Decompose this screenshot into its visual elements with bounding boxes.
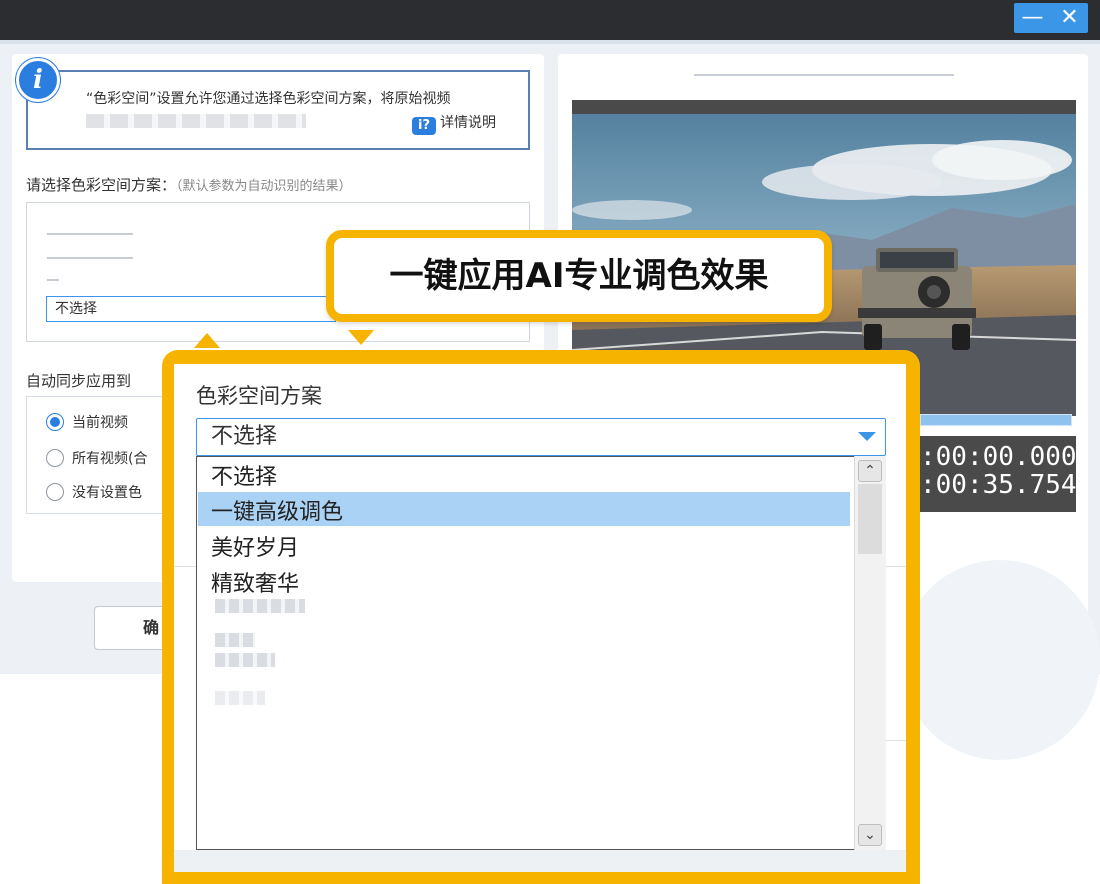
radio-label: 所有视频(合 xyxy=(72,451,148,467)
callout-pointer-up xyxy=(194,333,220,348)
dropdown-option[interactable]: 精致奢华 xyxy=(211,566,299,598)
divider xyxy=(174,566,196,567)
scheme-selected-item[interactable]: 不选择 xyxy=(46,296,336,322)
radio-label: 没有设置色 xyxy=(72,485,142,501)
zoom-scheme-title: 色彩空间方案 xyxy=(196,384,322,408)
scroll-up-icon[interactable]: ⌃ xyxy=(858,460,882,482)
callout-banner: 一键应用AI专业调色效果 xyxy=(326,230,832,322)
blurred-list-item xyxy=(47,257,133,259)
dropdown-option[interactable]: 美好岁月 xyxy=(211,530,299,562)
callout-pointer-down xyxy=(348,330,374,345)
help-link-label: 详情说明 xyxy=(440,115,496,131)
playback-progress[interactable] xyxy=(920,414,1072,426)
radio-unset-videos[interactable]: 没有设置色 xyxy=(46,482,142,502)
help-link[interactable]: i? 详情说明 xyxy=(412,112,496,135)
divider xyxy=(886,566,906,567)
zoom-bottom-strip xyxy=(174,850,906,872)
scheme-label-text: 请选择色彩空间方案： xyxy=(26,176,177,194)
close-button[interactable]: ✕ xyxy=(1051,3,1088,33)
window-controls: — ✕ xyxy=(1014,3,1088,33)
radio-label: 当前视频 xyxy=(72,415,128,431)
blurred-option xyxy=(215,599,305,613)
info-text-blurred xyxy=(86,114,306,128)
scheme-dropdown-list[interactable]: 不选择 一键高级调色 美好岁月 精致奢华 xyxy=(196,456,886,850)
scrollbar-thumb[interactable] xyxy=(858,484,882,554)
time-current: :00:00.000 xyxy=(920,442,1077,472)
divider xyxy=(886,740,906,741)
blurred-option xyxy=(215,653,275,667)
radio-checked-icon xyxy=(46,413,64,431)
radio-current-video[interactable]: 当前视频 xyxy=(46,412,128,432)
preview-title-blurred xyxy=(694,74,954,76)
title-bar xyxy=(0,0,1100,40)
radio-unchecked-icon xyxy=(46,483,64,501)
scheme-dropdown[interactable]: 不选择 xyxy=(196,418,886,456)
radio-all-videos[interactable]: 所有视频(合 xyxy=(46,448,147,468)
minimize-button[interactable]: — xyxy=(1014,3,1051,33)
dropdown-option[interactable]: 不选择 xyxy=(211,459,277,491)
callout-banner-text: 一键应用AI专业调色效果 xyxy=(389,256,769,296)
info-icon: i xyxy=(16,58,60,102)
chevron-down-icon[interactable] xyxy=(858,432,876,441)
blurred-option xyxy=(215,633,255,647)
decorative-arc xyxy=(900,560,1100,760)
radio-unchecked-icon xyxy=(46,449,64,467)
time-total: :00:35.754 xyxy=(920,470,1077,500)
dropdown-option-highlighted[interactable]: 一键高级调色 xyxy=(211,494,343,526)
preview-top-bar xyxy=(572,100,1076,114)
scroll-down-icon[interactable]: ⌄ xyxy=(858,824,882,846)
help-icon: i? xyxy=(412,117,436,135)
info-text: “色彩空间”设置允许您通过选择色彩空间方案，将原始视频 xyxy=(86,91,451,107)
scheme-hint: （默认参数为自动识别的结果） xyxy=(176,179,352,194)
blurred-list-item xyxy=(47,279,59,281)
sync-label: 自动同步应用到 xyxy=(26,372,132,390)
scheme-label: 请选择色彩空间方案：（默认参数为自动识别的结果） xyxy=(26,174,352,195)
blurred-list-item xyxy=(47,233,133,235)
info-box xyxy=(26,70,530,150)
blurred-option xyxy=(215,691,265,705)
